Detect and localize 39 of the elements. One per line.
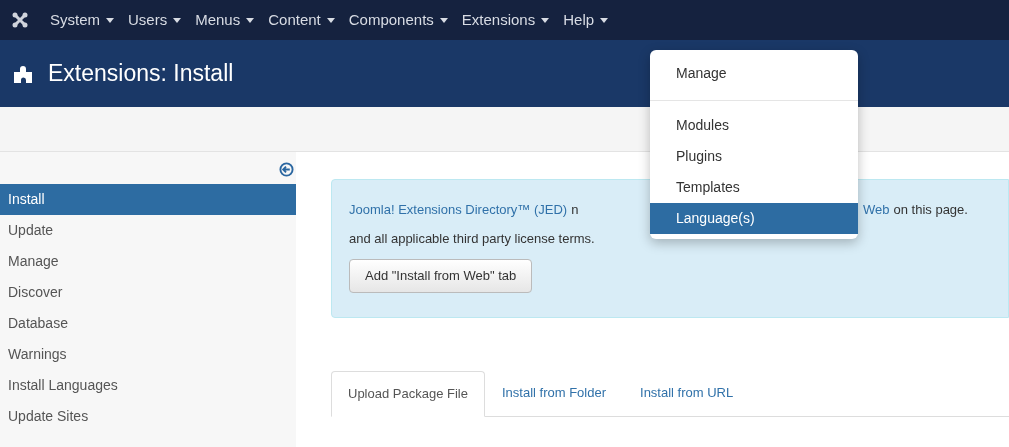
dropdown-item[interactable]: Manage [650, 55, 858, 91]
sidebar-item[interactable]: Install [0, 184, 296, 215]
caret-icon [439, 17, 448, 23]
tab[interactable]: Install from URL [623, 370, 751, 416]
add-tab-button[interactable]: Add "Install from Web" tab [349, 259, 533, 293]
alert-text: on this page. [893, 201, 968, 220]
menu-item[interactable]: Components [348, 8, 448, 32]
web-link[interactable]: Web [863, 200, 890, 220]
menu-item[interactable]: Content [268, 8, 335, 32]
caret-icon [106, 17, 114, 23]
alert-text: n [571, 201, 579, 220]
sidebar-item[interactable]: Warnings [0, 339, 296, 370]
sidebar-item[interactable]: Database [0, 308, 296, 339]
sidebar-item[interactable]: Install Languages [0, 370, 296, 401]
jed-link[interactable]: Joomla! Extensions Directory™ (JED) [349, 200, 568, 220]
sidebar-item[interactable]: Update Sites [0, 401, 296, 432]
caret-icon [541, 17, 550, 23]
dropdown-item[interactable]: Templates [650, 172, 858, 203]
dropdown-item[interactable]: Modules [650, 110, 858, 141]
menu-item[interactable]: System [50, 8, 114, 32]
sidebar-item[interactable]: Manage [0, 246, 296, 277]
dropdown-item[interactable]: Plugins [650, 141, 858, 172]
caret-icon [246, 17, 255, 23]
dropdown-item[interactable]: Language(s) [650, 203, 858, 234]
caret-icon [326, 17, 335, 23]
caret-icon [600, 17, 609, 23]
menu-item[interactable]: Help [563, 8, 609, 32]
alert-text: and all applicable third party license terms. [349, 230, 595, 248]
tab[interactable]: Upload Package File [331, 371, 485, 417]
menu-item[interactable]: Menus [195, 8, 255, 32]
tab[interactable]: Install from Folder [484, 370, 623, 416]
page-title: Extensions: Install [48, 59, 234, 89]
logo-icon [12, 12, 28, 28]
caret-icon [173, 17, 182, 23]
collapse-icon[interactable] [279, 162, 294, 177]
sidebar-item[interactable]: Update [0, 215, 296, 246]
sidebar-item[interactable]: Discover [0, 277, 296, 308]
menu-item[interactable]: Users [128, 8, 182, 32]
menu-item[interactable]: Extensions [461, 8, 550, 32]
